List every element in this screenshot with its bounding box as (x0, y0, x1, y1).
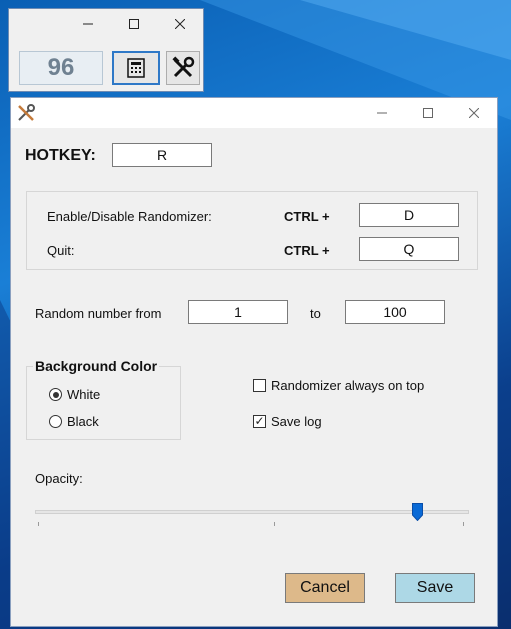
maximize-icon (423, 108, 433, 118)
save-log-label[interactable]: Save log (271, 414, 322, 429)
background-color-title: Background Color (33, 358, 160, 374)
range-to-input[interactable]: 100 (345, 300, 445, 324)
save-button[interactable]: Save (395, 573, 475, 603)
minimize-button[interactable] (65, 9, 111, 39)
save-log-checkbox[interactable]: ✓ (253, 415, 266, 428)
slider-tick (38, 522, 39, 526)
enable-modifier-label: CTRL + (284, 209, 330, 224)
mini-titlebar-controls (65, 9, 203, 39)
quit-key-input[interactable]: Q (359, 237, 459, 261)
maximize-icon (129, 19, 139, 29)
tools-icon (172, 56, 195, 78)
cancel-button[interactable]: Cancel (285, 573, 365, 603)
maximize-button[interactable] (111, 9, 157, 39)
slider-tick (274, 522, 275, 526)
hotkey-input[interactable]: R (112, 143, 212, 167)
range-from-input[interactable]: 1 (188, 300, 288, 324)
settings-titlebar (11, 98, 497, 128)
maximize-button[interactable] (405, 98, 451, 128)
close-icon (469, 108, 479, 118)
minimize-icon (377, 112, 387, 114)
quit-label: Quit: (47, 243, 75, 258)
settings-window: HOTKEY: R Enable/Disable Randomizer: CTR… (10, 97, 498, 627)
mini-window: 96 (8, 8, 204, 92)
opacity-label: Opacity: (35, 471, 83, 486)
minimize-button[interactable] (359, 98, 405, 128)
enable-key-input[interactable]: D (359, 203, 459, 227)
opacity-slider[interactable] (35, 510, 469, 514)
radio-white-label[interactable]: White (67, 387, 100, 402)
always-on-top-checkbox[interactable] (253, 379, 266, 392)
quit-modifier-label: CTRL + (284, 243, 330, 258)
radio-white[interactable] (49, 388, 62, 401)
close-icon (175, 19, 185, 29)
random-number-display: 96 (19, 51, 103, 85)
generate-button[interactable] (112, 51, 160, 85)
radio-black[interactable] (49, 415, 62, 428)
opacity-slider-thumb[interactable] (412, 503, 423, 521)
tools-icon (18, 104, 35, 121)
enable-disable-label: Enable/Disable Randomizer: (47, 209, 212, 224)
calculator-icon (127, 58, 145, 78)
radio-black-label[interactable]: Black (67, 414, 99, 429)
minimize-icon (83, 23, 93, 25)
settings-button[interactable] (166, 51, 200, 85)
always-on-top-label[interactable]: Randomizer always on top (271, 378, 424, 393)
slider-tick (463, 522, 464, 526)
close-button[interactable] (451, 98, 497, 128)
range-to-label: to (310, 306, 321, 321)
hotkey-label: HOTKEY: (25, 147, 96, 164)
range-from-label: Random number from (35, 306, 162, 321)
background-color-group: Background Color (26, 358, 181, 440)
close-button[interactable] (157, 9, 203, 39)
